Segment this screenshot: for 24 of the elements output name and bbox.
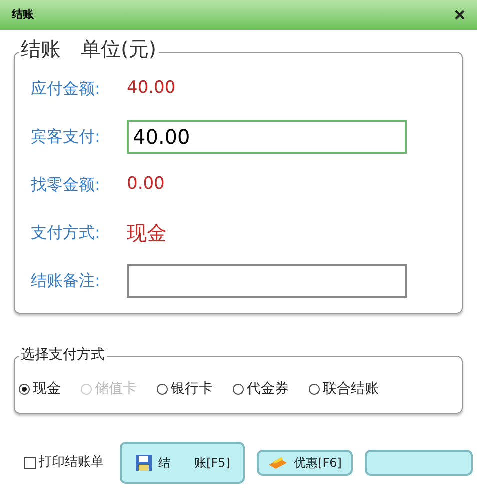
field-value: 现金: [127, 220, 167, 247]
input-field[interactable]: [127, 264, 407, 298]
close-icon: [455, 10, 465, 20]
discount-button[interactable]: 优惠[F6]: [257, 450, 353, 476]
tag-icon: [268, 456, 288, 470]
checkout-button[interactable]: 结 账[F5]: [120, 442, 245, 484]
field-label: 结账备注:: [31, 270, 102, 292]
payment-radio[interactable]: 联合结账: [309, 379, 379, 400]
field-label: 宾客支付:: [31, 126, 102, 148]
window-title: 结账: [12, 6, 34, 23]
group-legend: 结账 单位(元): [19, 39, 159, 59]
field-label: 支付方式:: [31, 222, 102, 244]
field-label: 找零金额:: [31, 174, 102, 196]
group-legend: 选择支付方式: [19, 348, 107, 362]
payment-radio[interactable]: 代金券: [233, 379, 289, 400]
print-receipt-checkbox[interactable]: 打印结账单: [24, 453, 104, 473]
save-icon: [134, 454, 153, 472]
field-label: 应付金额:: [31, 78, 102, 100]
payment-radio[interactable]: 现金: [19, 379, 61, 400]
field-value: 0.00: [127, 173, 165, 196]
close-button[interactable]: [455, 10, 465, 20]
payment-radio[interactable]: 银行卡: [157, 379, 213, 400]
field-value: 40.00: [127, 77, 176, 100]
input-field[interactable]: 40.00: [127, 120, 407, 154]
